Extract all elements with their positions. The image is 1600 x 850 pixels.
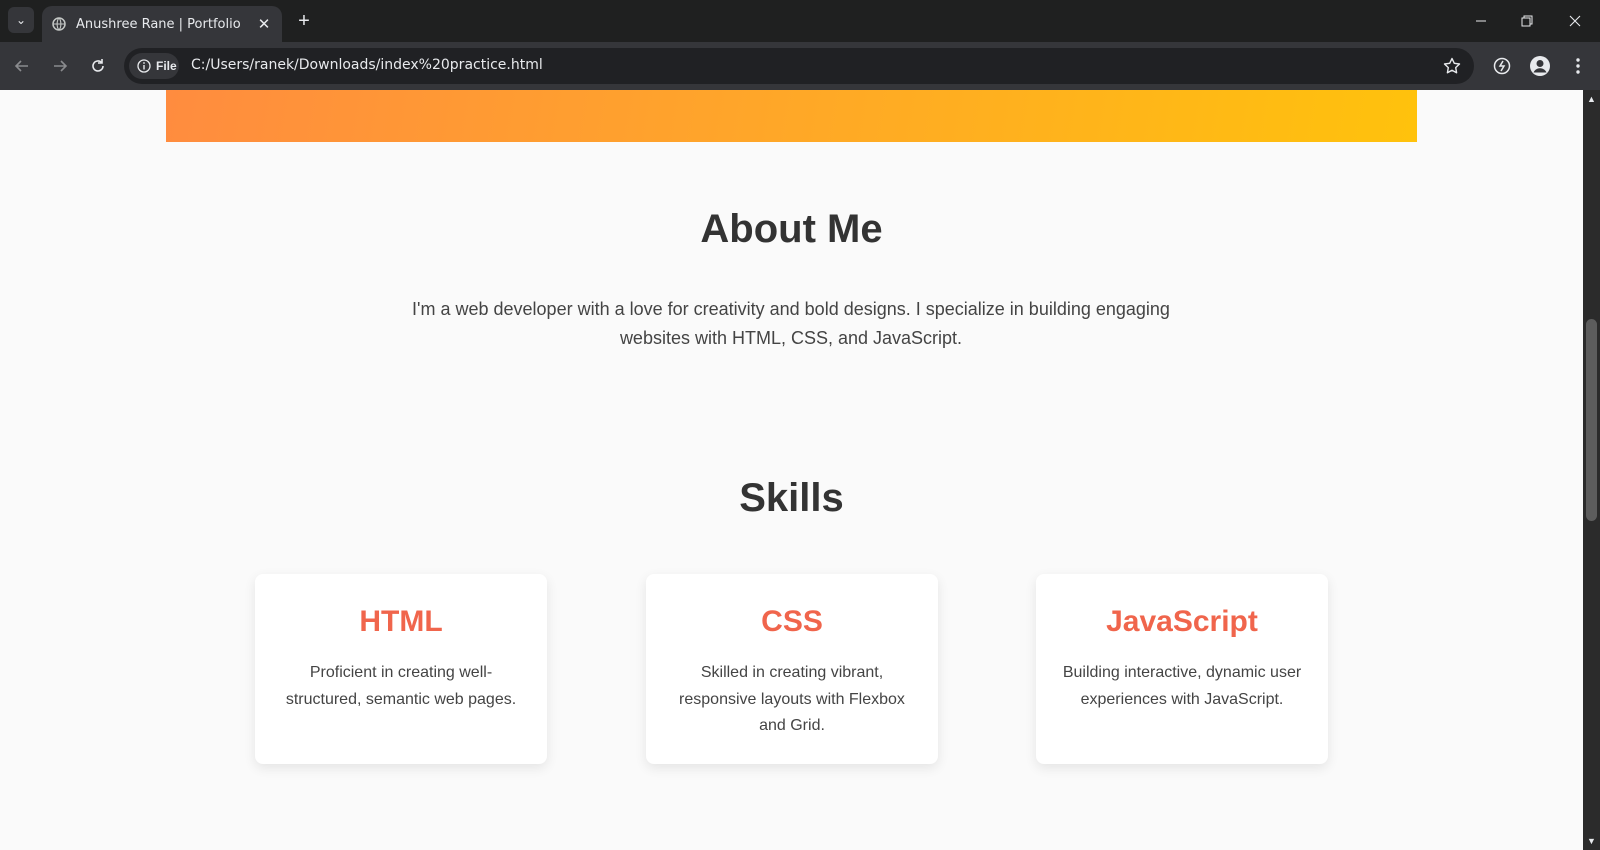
active-tab[interactable]: Anushree Rane | Portfolio ✕: [42, 6, 282, 42]
extensions-icon[interactable]: [1490, 54, 1514, 78]
forward-arrow-icon[interactable]: [46, 52, 74, 80]
tab-search-button[interactable]: ⌄: [8, 7, 34, 33]
restore-icon[interactable]: [1504, 0, 1550, 42]
new-tab-icon[interactable]: +: [292, 9, 316, 33]
vertical-scrollbar[interactable]: ▲ ▼: [1583, 90, 1600, 850]
chip-label: File: [156, 59, 177, 73]
skill-card-css: CSS Skilled in creating vibrant, respons…: [646, 574, 938, 764]
info-icon: [137, 59, 151, 73]
skill-card-description: Skilled in creating vibrant, responsive …: [679, 664, 905, 734]
chevron-down-icon: ⌄: [15, 13, 27, 27]
back-arrow-icon[interactable]: [8, 52, 36, 80]
skill-card-title: CSS: [761, 605, 823, 638]
scrollbar-thumb[interactable]: [1586, 319, 1597, 521]
page-viewport: About Me I'm a web developer with a love…: [0, 90, 1583, 850]
about-heading: About Me: [700, 207, 883, 251]
skill-card-description: Proficient in creating well-structured, …: [285, 664, 517, 708]
browser-toolbar: File C:/Users/ranek/Downloads/index%20pr…: [0, 42, 1600, 90]
hero-gradient-band: [166, 90, 1417, 142]
minimize-icon[interactable]: [1458, 0, 1504, 42]
address-bar[interactable]: File C:/Users/ranek/Downloads/index%20pr…: [124, 48, 1474, 84]
site-info-chip[interactable]: File: [129, 53, 179, 79]
reload-icon[interactable]: [84, 52, 112, 80]
bookmark-star-icon[interactable]: [1442, 56, 1462, 76]
close-window-icon[interactable]: [1552, 0, 1598, 42]
close-tab-icon[interactable]: ✕: [254, 14, 274, 34]
skill-card-javascript: JavaScript Building interactive, dynamic…: [1036, 574, 1328, 764]
menu-kebab-icon[interactable]: [1566, 54, 1590, 78]
profile-icon[interactable]: [1528, 54, 1552, 78]
url-text[interactable]: C:/Users/ranek/Downloads/index%20practic…: [191, 57, 543, 73]
about-text: I'm a web developer with a love for crea…: [412, 299, 1170, 348]
tab-strip: ⌄ Anushree Rane | Portfolio ✕ +: [0, 0, 1600, 42]
scroll-up-arrow-icon[interactable]: ▲: [1583, 92, 1600, 106]
skill-card-html: HTML Proficient in creating well-structu…: [255, 574, 547, 764]
tab-title: Anushree Rane | Portfolio: [76, 16, 241, 32]
skill-card-title: JavaScript: [1106, 605, 1258, 638]
skill-card-description: Building interactive, dynamic user exper…: [1062, 664, 1302, 708]
skills-heading: Skills: [739, 476, 844, 520]
skill-card-title: HTML: [359, 605, 443, 638]
globe-icon: [52, 17, 66, 31]
scroll-down-arrow-icon[interactable]: ▼: [1583, 834, 1600, 848]
